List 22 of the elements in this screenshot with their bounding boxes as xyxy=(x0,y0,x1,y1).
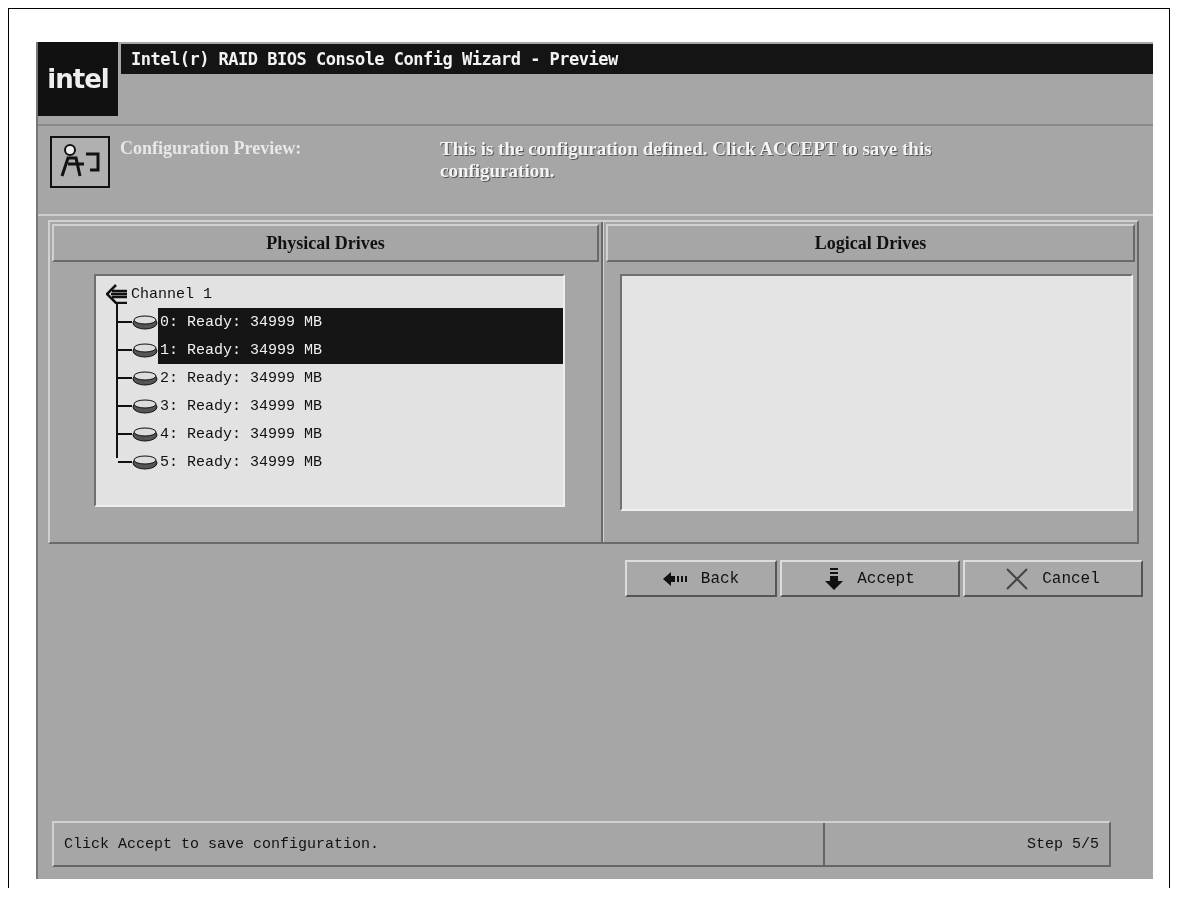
section-description: This is the configuration defined. Click ACCEPT to save this configuration. xyxy=(440,137,933,182)
drive-item[interactable]: 1: Ready: 34999 MB xyxy=(158,336,563,364)
cancel-button[interactable]: Cancel xyxy=(963,560,1143,597)
accept-button[interactable]: Accept xyxy=(780,560,960,597)
down-arrow-icon xyxy=(825,567,844,590)
panel-header: Logical Drives xyxy=(606,224,1135,262)
section-label: Configuration Preview: xyxy=(120,137,303,159)
wizard-icon xyxy=(50,136,110,188)
close-icon xyxy=(1006,567,1029,590)
panel-header: Physical Drives xyxy=(52,224,599,262)
logo: intel xyxy=(38,42,118,116)
window-title: Intel(r) RAID BIOS Console Config Wizard - Preview xyxy=(121,44,1153,74)
drive-item[interactable]: 2: Ready: 34999 MB xyxy=(158,364,563,392)
drive-item[interactable]: 4: Ready: 34999 MB xyxy=(158,420,563,448)
drive-item[interactable]: 5: Ready: 34999 MB xyxy=(158,448,563,476)
status-message: Click Accept to save configuration. xyxy=(63,834,381,855)
back-arrow-icon xyxy=(662,570,687,587)
drive-item[interactable]: 3: Ready: 34999 MB xyxy=(158,392,563,420)
drive-item[interactable]: 0: Ready: 34999 MB xyxy=(158,308,563,336)
step-indicator: Step 5/5 xyxy=(823,823,1109,865)
tree-node[interactable]: Channel 1 xyxy=(131,285,212,303)
back-button[interactable]: Back xyxy=(625,560,777,597)
